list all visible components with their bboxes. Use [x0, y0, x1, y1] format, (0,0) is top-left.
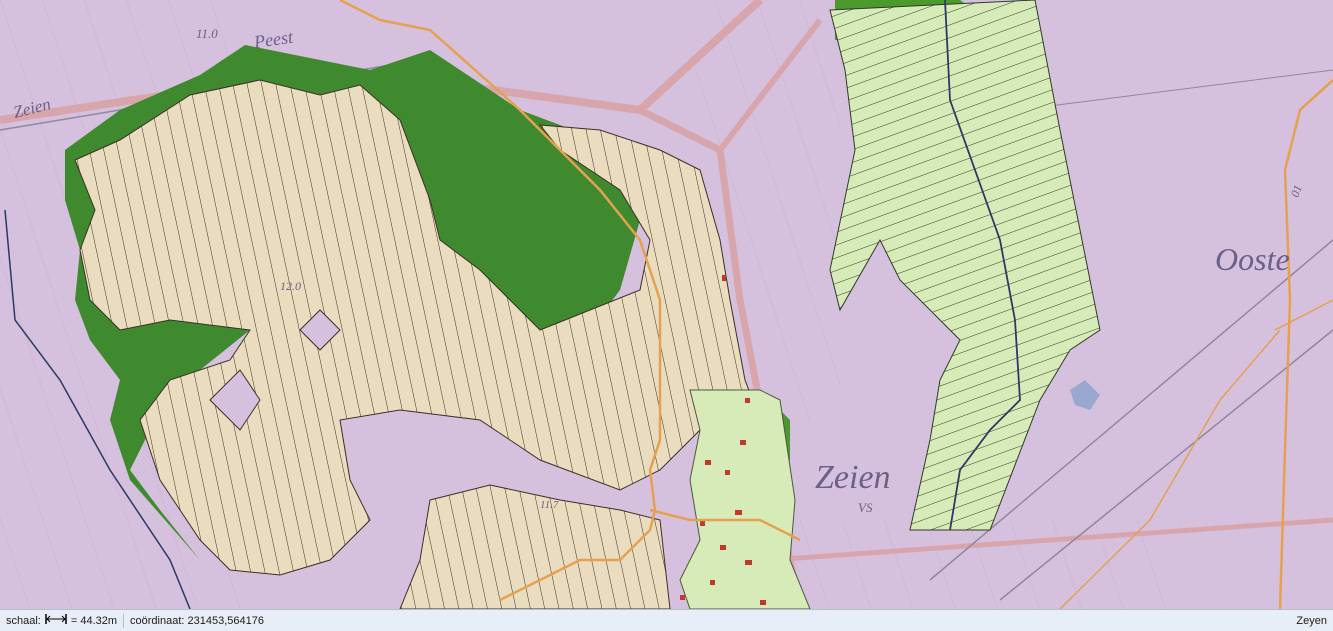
scale-value: = 44.32m [70, 614, 118, 627]
coordinate-readout: coördinaat: 231453,564176 [130, 614, 264, 627]
label-oostervelde: Ooste [1215, 241, 1290, 277]
label-elevation: 11.0 [196, 26, 218, 41]
label-vs: VS [858, 500, 873, 515]
scale-indicator: schaal: = 44.32m [0, 610, 123, 631]
scale-bar-icon [45, 614, 67, 627]
scale-label: schaal: [6, 614, 41, 627]
map-svg[interactable]: Peest 11.0 Zeien Zeien Ooste VS 01 11.7 … [0, 0, 1333, 609]
label-twelve: 12.0 [280, 279, 301, 293]
map-canvas[interactable]: Peest 11.0 Zeien Zeien Ooste VS 01 11.7 … [0, 0, 1333, 609]
place-name: Zeyen [1296, 614, 1327, 627]
label-half: 11.7 [540, 499, 559, 511]
label-zeijen-center: Zeien [815, 459, 891, 496]
status-bar: schaal: = 44.32m coördinaat: 231453,5641… [0, 609, 1333, 631]
